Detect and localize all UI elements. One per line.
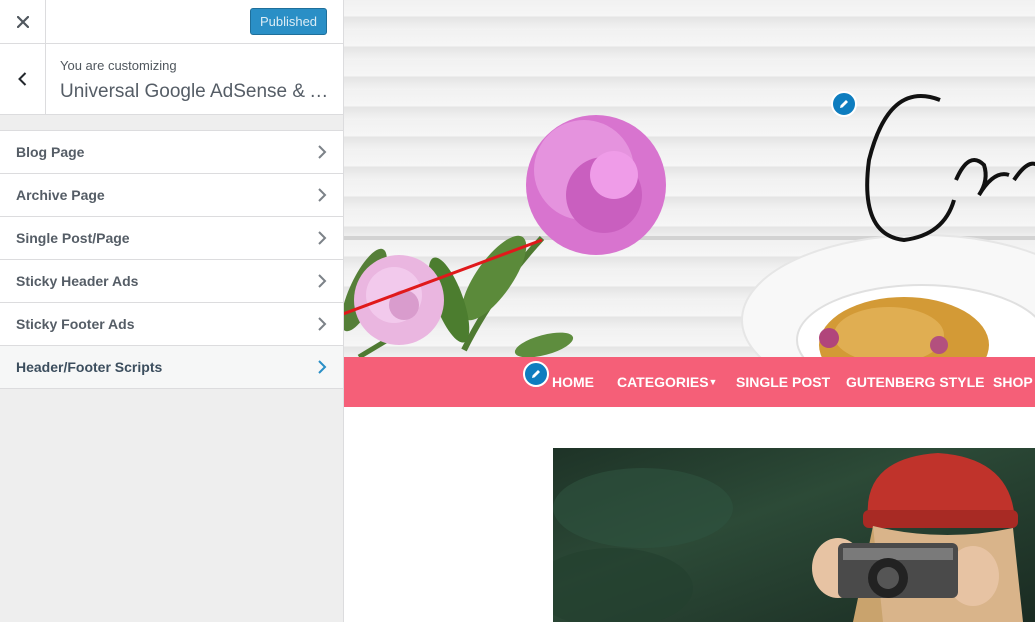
nav-shop[interactable]: SHOP	[993, 374, 1033, 390]
menu-edit-shortcut[interactable]	[523, 361, 549, 387]
site-preview: HOME CATEGORIES▼ SINGLE POST GUTENBERG S…	[344, 0, 1035, 622]
section-menu: Blog Page Archive Page Single Post/Page …	[0, 130, 343, 389]
customizer-info: You are customizing Universal Google AdS…	[0, 44, 343, 115]
featured-photo	[553, 453, 1023, 622]
menu-item-label: Sticky Header Ads	[16, 273, 139, 289]
menu-item-header-footer-scripts[interactable]: Header/Footer Scripts	[0, 345, 343, 389]
caret-down-icon: ▼	[708, 377, 718, 387]
chevron-right-icon	[318, 231, 327, 245]
publish-button[interactable]: Published	[250, 8, 327, 35]
close-button[interactable]	[0, 0, 46, 43]
menu-item-label: Sticky Footer Ads	[16, 316, 135, 332]
header-image	[344, 0, 1035, 357]
back-button[interactable]	[0, 44, 46, 114]
menu-item-sticky-header-ads[interactable]: Sticky Header Ads	[0, 259, 343, 302]
menu-item-sticky-footer-ads[interactable]: Sticky Footer Ads	[0, 302, 343, 345]
nav-single-post[interactable]: SINGLE POST	[736, 374, 830, 390]
menu-item-label: Blog Page	[16, 144, 85, 160]
section-title: Universal Google AdSense & Ads Manager	[60, 81, 334, 102]
chevron-right-icon	[318, 317, 327, 331]
customizer-sidebar: Published You are customizing Universal …	[0, 0, 344, 622]
menu-item-blog-page[interactable]: Blog Page	[0, 130, 343, 173]
customizer-header: Published	[0, 0, 343, 44]
menu-item-label: Archive Page	[16, 187, 105, 203]
customizing-label: You are customizing	[60, 58, 177, 73]
nav-gutenberg-style[interactable]: GUTENBERG STYLE	[846, 374, 984, 390]
menu-item-archive-page[interactable]: Archive Page	[0, 173, 343, 216]
nav-home[interactable]: HOME	[552, 374, 594, 390]
logo-edit-shortcut[interactable]	[831, 91, 857, 117]
chevron-right-icon	[318, 360, 327, 374]
chevron-right-icon	[318, 145, 327, 159]
featured-image	[553, 448, 1035, 622]
nav-categories-label: CATEGORIES	[617, 374, 709, 390]
annotation-arrow	[344, 238, 543, 316]
pencil-icon	[840, 100, 848, 108]
menu-item-label: Single Post/Page	[16, 230, 130, 246]
chevron-right-icon	[318, 188, 327, 202]
menu-item-single-post-page[interactable]: Single Post/Page	[0, 216, 343, 259]
main-navigation: HOME CATEGORIES▼ SINGLE POST GUTENBERG S…	[344, 357, 1035, 407]
close-icon	[16, 15, 29, 28]
chevron-left-icon	[18, 72, 27, 86]
nav-categories[interactable]: CATEGORIES▼	[617, 374, 717, 390]
menu-item-label: Header/Footer Scripts	[16, 359, 163, 375]
chevron-right-icon	[318, 274, 327, 288]
pencil-icon	[532, 370, 540, 378]
